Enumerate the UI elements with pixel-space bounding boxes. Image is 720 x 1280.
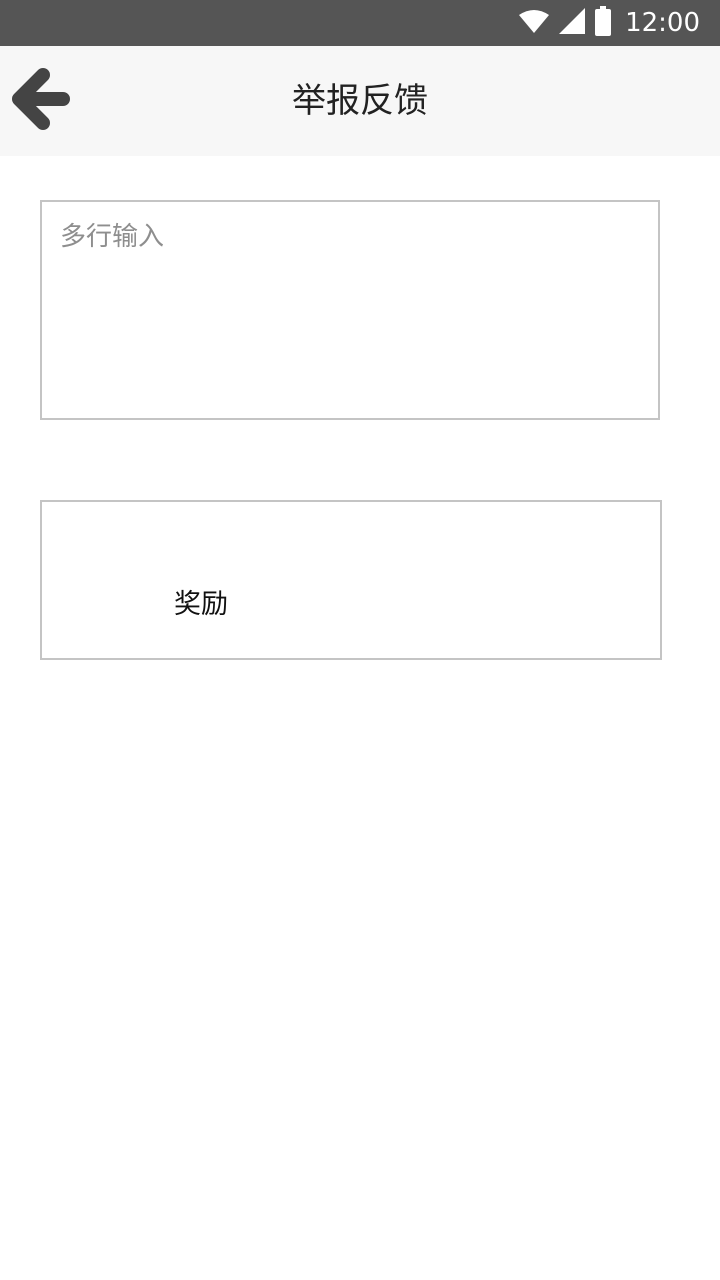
back-button[interactable] (0, 46, 80, 156)
page-title: 举报反馈 (292, 81, 428, 121)
battery-icon (595, 6, 612, 40)
status-time: 12:00 (625, 8, 700, 38)
status-bar: 12:00 (0, 0, 720, 46)
arrow-left-icon (9, 67, 71, 135)
cell-signal-icon (559, 8, 586, 38)
status-icons: 12:00 (519, 0, 700, 46)
feedback-textarea[interactable] (40, 200, 660, 420)
reward-button[interactable]: 奖励 (40, 500, 662, 660)
reward-label: 奖励 (174, 589, 228, 620)
wifi-icon (519, 9, 550, 37)
app-bar: 举报反馈 (0, 46, 720, 156)
